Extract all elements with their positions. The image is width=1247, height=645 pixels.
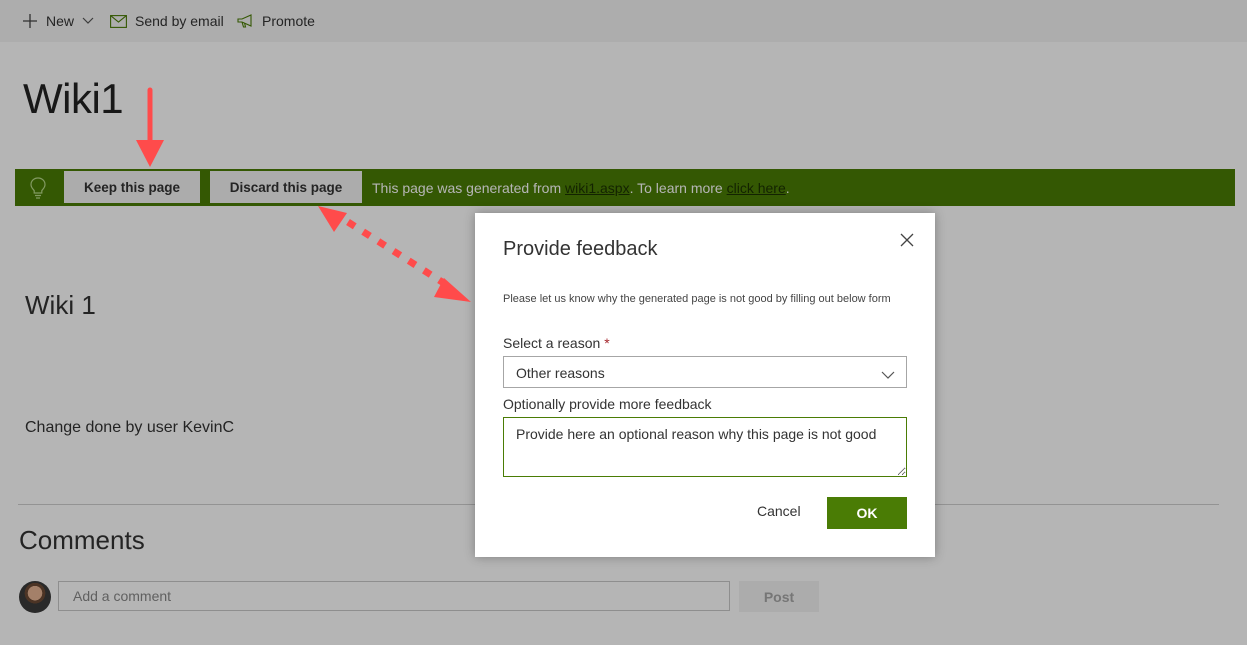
reason-label: Select a reason * xyxy=(503,335,610,351)
cancel-button[interactable]: Cancel xyxy=(757,503,801,519)
close-icon[interactable] xyxy=(899,233,915,249)
more-feedback-textarea[interactable]: Provide here an optional reason why this… xyxy=(503,417,907,477)
reason-dropdown[interactable]: Other reasons xyxy=(503,356,907,388)
ok-button[interactable]: OK xyxy=(827,497,907,529)
more-feedback-label: Optionally provide more feedback xyxy=(503,396,712,412)
required-marker: * xyxy=(604,335,610,351)
chevron-down-icon xyxy=(881,367,895,385)
dialog-description: Please let us know why the generated pag… xyxy=(503,293,891,305)
dialog-title: Provide feedback xyxy=(503,238,658,260)
reason-label-text: Select a reason xyxy=(503,335,601,351)
reason-selected-value: Other reasons xyxy=(516,365,605,381)
feedback-dialog: Provide feedback Please let us know why … xyxy=(475,213,935,557)
